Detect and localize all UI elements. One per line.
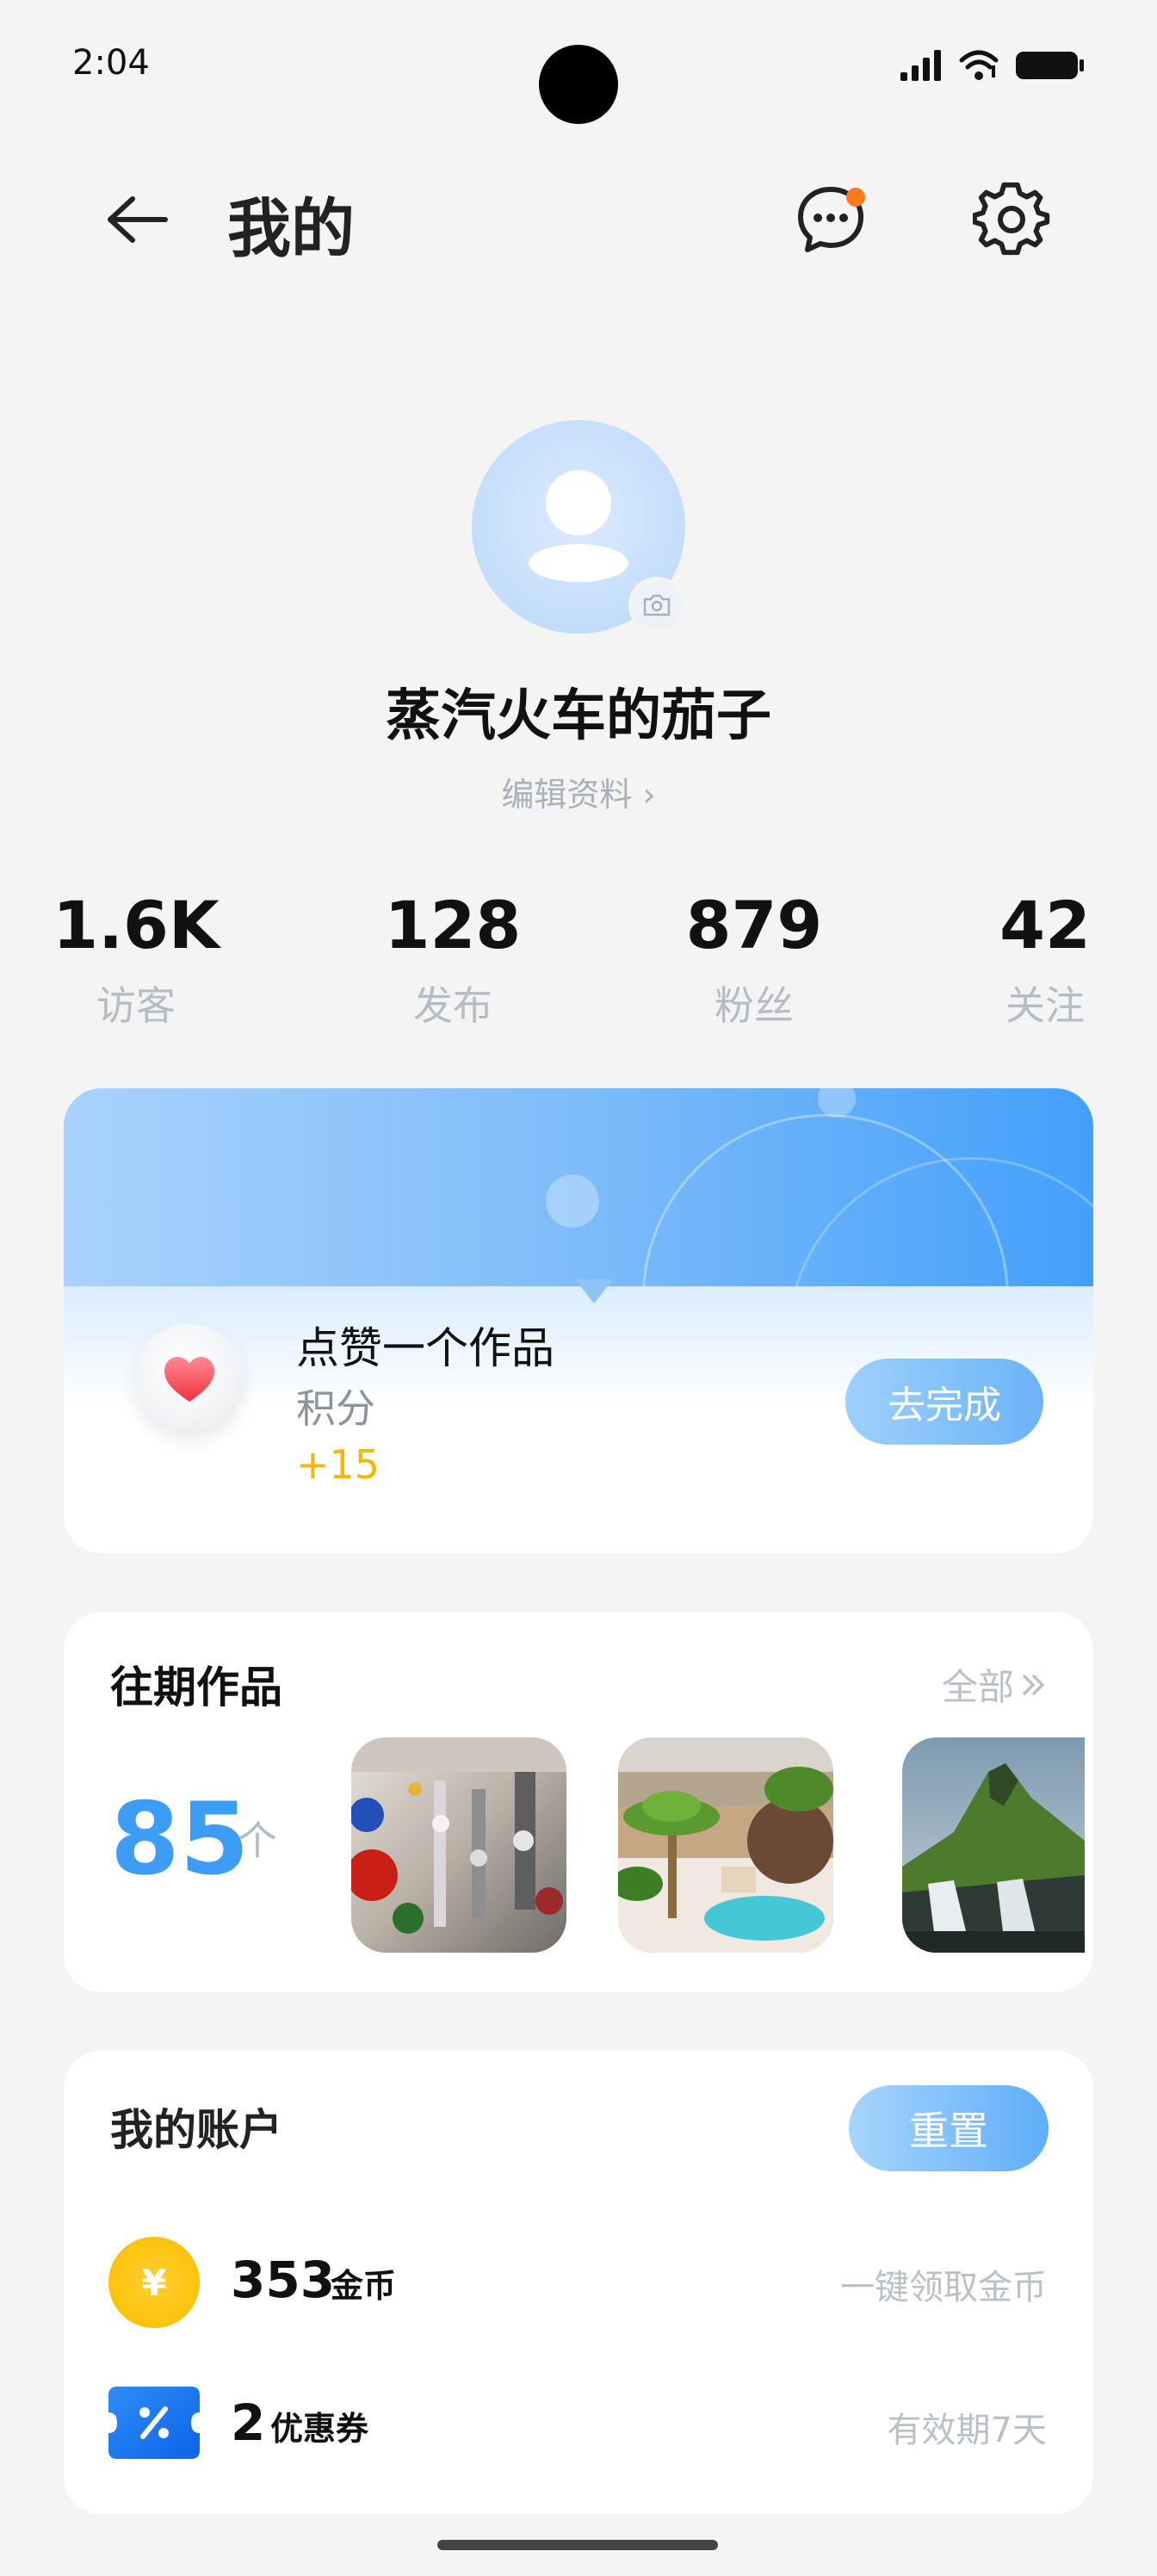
- stat-value: 879: [685, 887, 823, 963]
- works-title: 往期作品: [110, 1663, 282, 1712]
- works-count: 85: [110, 1781, 250, 1898]
- battery-icon: [1016, 52, 1084, 79]
- reset-button[interactable]: 重置: [849, 2085, 1049, 2171]
- stat-label: 发布: [413, 982, 492, 1029]
- stat-visitors[interactable]: 1.6K 访客: [33, 887, 239, 1031]
- task-title: 点赞一个作品: [296, 1323, 554, 1373]
- heart-icon: [164, 1357, 214, 1402]
- my-account-card: 我的账户 重置 ¥ 353 金币 一键领取金币 2 优惠券 有效期7天: [64, 2051, 1093, 2514]
- edit-profile-link[interactable]: 编辑资料 ›: [0, 768, 1157, 815]
- page-title: 我的: [227, 192, 355, 266]
- work-thumbnail-mountain[interactable]: [902, 1737, 1085, 1953]
- stat-label: 粉丝: [715, 982, 794, 1029]
- task-subtitle: 积分: [296, 1385, 375, 1432]
- task-card: 点赞一个作品 积分 +15 去完成: [64, 1088, 1093, 1553]
- complete-task-button[interactable]: 去完成: [845, 1359, 1043, 1445]
- back-button[interactable]: [103, 185, 186, 254]
- back-arrow-icon: [108, 196, 168, 243]
- coupon-expiry: 有效期7天: [887, 2411, 1047, 2450]
- settings-button[interactable]: [972, 181, 1050, 258]
- double-chevron-right-icon: [1023, 1674, 1044, 1695]
- past-works-card: 往期作品 全部 85 个: [64, 1612, 1093, 1992]
- coupon-icon: [108, 2387, 200, 2459]
- avatar-head: [546, 470, 611, 536]
- heart-badge: [134, 1324, 244, 1434]
- coin-amount: 353: [231, 2251, 336, 2309]
- view-all-label: 全部: [941, 1666, 1014, 1708]
- wifi-icon: [959, 50, 999, 80]
- mountain-photo: [902, 1737, 1085, 1953]
- stat-label: 访客: [96, 982, 176, 1029]
- notification-dot: [846, 188, 865, 207]
- courtyard-photo: [618, 1737, 833, 1953]
- stat-posts[interactable]: 128 发布: [350, 887, 556, 1031]
- decor-bubble: [546, 1174, 599, 1228]
- coupon-ticket-icon: [108, 2387, 200, 2459]
- ornaments-photo: [351, 1737, 566, 1953]
- stat-value: 42: [999, 887, 1091, 963]
- coupon-unit: 优惠券: [270, 2410, 369, 2448]
- view-all-works-link[interactable]: 全部: [942, 1658, 1049, 1711]
- task-card-notch: [575, 1279, 613, 1303]
- claim-coins-link[interactable]: 一键领取金币: [840, 2259, 1047, 2309]
- nickname: 蒸汽火车的茄子: [386, 684, 771, 748]
- status-time: 2:04: [72, 43, 150, 83]
- works-count-unit: 个: [238, 1817, 277, 1864]
- status-icons: [899, 48, 1085, 83]
- stat-followers[interactable]: 879 粉丝: [651, 887, 857, 1031]
- stat-following[interactable]: 42 关注: [942, 887, 1148, 1031]
- stat-label: 关注: [1005, 982, 1085, 1029]
- task-reward: +15: [296, 1441, 381, 1488]
- work-thumbnail-courtyard[interactable]: [618, 1737, 833, 1953]
- gear-icon: [972, 182, 1050, 256]
- coin-unit: 金币: [331, 2267, 397, 2305]
- coin-icon: ¥: [108, 2237, 200, 2328]
- stat-value: 128: [384, 887, 522, 963]
- front-camera: [539, 45, 618, 124]
- coupon-amount: 2: [231, 2393, 266, 2452]
- home-indicator[interactable]: [437, 2540, 718, 2550]
- signal-icon: [900, 50, 941, 81]
- stat-value: 1.6K: [53, 887, 220, 963]
- account-title: 我的账户: [110, 2105, 282, 2155]
- avatar-camera-button[interactable]: [628, 577, 685, 634]
- camera-icon: [643, 594, 671, 616]
- work-thumbnail-ornaments[interactable]: [351, 1737, 566, 1953]
- avatar-body: [529, 544, 628, 582]
